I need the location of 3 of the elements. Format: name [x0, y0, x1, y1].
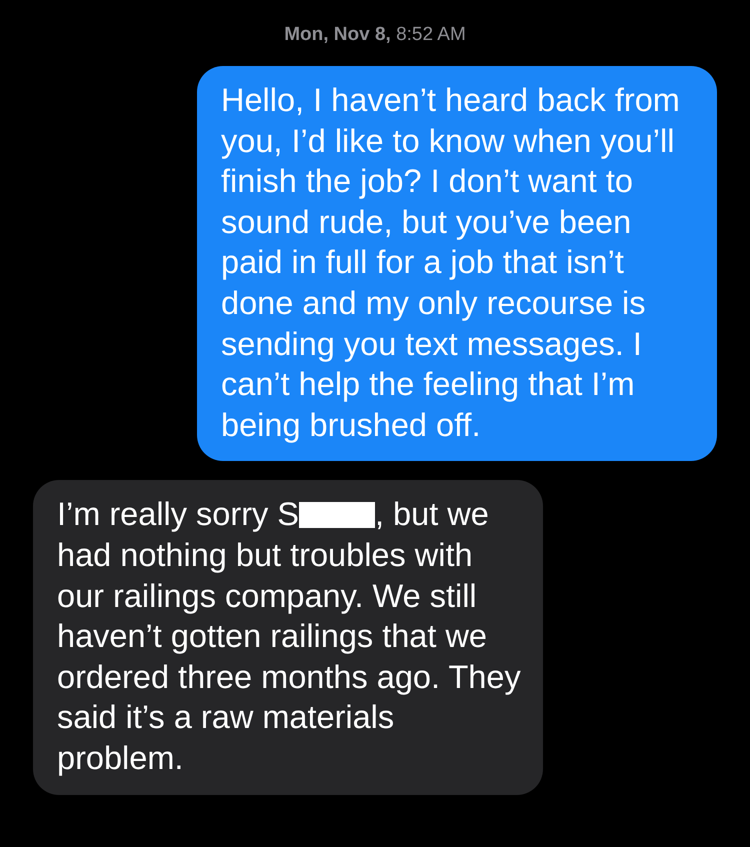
- sent-message-bubble: Hello, I haven’t heard back from you, I’d like to know when you’ll finish the job? I don’t want to sound rude, but you’ve been paid in full for a job that isn’t done and my only recourse is sending you text messages. I can’t help the feeling that I’m being brushed off.: [197, 66, 717, 462]
- timestamp: Mon, Nov 8, 8:52 AM: [284, 24, 466, 46]
- received-message-bubble: I’m really sorry S , but we had nothing but troubles with our railings company. We still haven’t gotten railings that we ordered three months ago. They said it’s a raw materials problem.: [33, 480, 543, 794]
